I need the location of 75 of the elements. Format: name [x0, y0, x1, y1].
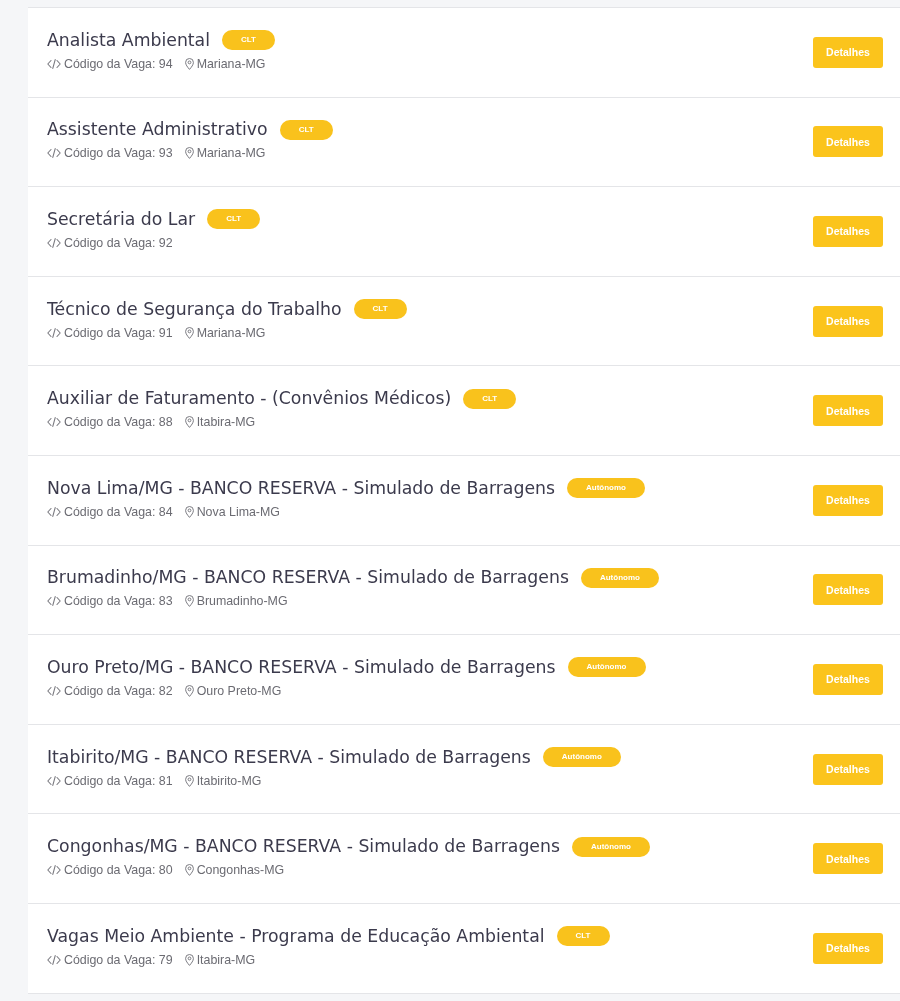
job-location: Nova Lima-MG [196, 504, 280, 519]
details-button[interactable]: Detalhes [813, 484, 883, 516]
job-title: Auxiliar de Faturamento - (Convênios Médicos) [47, 388, 452, 410]
details-button[interactable]: Detalhes [813, 574, 883, 606]
job-code: Código da Vaga: 93 [64, 146, 173, 161]
job-code: Código da Vaga: 81 [64, 773, 173, 788]
job-title: Secretária do Lar [47, 209, 196, 230]
job-code: Código da Vaga: 92 [64, 236, 173, 250]
details-button[interactable]: Detalhes [813, 663, 883, 695]
contract-type-badge: CLT [207, 209, 261, 230]
contract-type-badge: CLT [463, 388, 517, 409]
job-location: Itabira-MG [196, 415, 256, 430]
job-location: Itabira-MG [196, 952, 256, 967]
location-pin-icon [184, 953, 194, 966]
contract-type-badge: CLT [279, 119, 333, 140]
details-button[interactable]: Detalhes [813, 305, 883, 337]
job-code: Código da Vaga: 83 [64, 594, 173, 609]
job-code: Código da Vaga: 79 [64, 952, 173, 967]
job-code: Código da Vaga: 91 [64, 325, 173, 340]
job-title: Vagas Meio Ambiente - Programa de Educação Ambiental [47, 925, 545, 947]
contract-type-badge: Autônomo [567, 657, 646, 678]
contract-type-badge: Autônomo [580, 567, 659, 588]
job-title: Itabirito/MG - BANCO RESERVA - Simulado de Barragens [47, 746, 531, 768]
location-pin-icon [184, 864, 194, 877]
code-icon [47, 327, 61, 338]
job-code: Código da Vaga: 88 [64, 415, 173, 430]
location-pin-icon [184, 595, 194, 608]
job-location: Mariana-MG [196, 146, 266, 161]
contract-type-badge: Autônomo [571, 836, 650, 857]
contract-type-badge: CLT [556, 926, 610, 947]
job-location: Itabirito-MG [196, 773, 262, 788]
job-title: Ouro Preto/MG - BANCO RESERVA - Simulado de Barragens [47, 656, 556, 678]
location-pin-icon [184, 326, 194, 339]
location-pin-icon [184, 505, 194, 518]
details-button[interactable]: Detalhes [813, 36, 883, 68]
job-code: Código da Vaga: 82 [64, 683, 173, 698]
code-icon [47, 954, 61, 965]
details-button[interactable]: Detalhes [813, 216, 883, 247]
job-code: Código da Vaga: 84 [64, 504, 173, 519]
job-title: Analista Ambiental [47, 29, 210, 51]
job-location: Brumadinho-MG [196, 594, 288, 609]
location-pin-icon [184, 416, 194, 429]
job-location: Ouro Preto-MG [196, 683, 282, 698]
contract-type-badge: Autônomo [567, 478, 645, 499]
contract-type-badge: CLT [222, 30, 275, 51]
job-location: Mariana-MG [196, 325, 266, 340]
code-icon [47, 148, 61, 159]
details-button[interactable]: Detalhes [813, 753, 883, 785]
code-icon [47, 58, 61, 69]
code-icon [47, 238, 61, 248]
code-icon [47, 417, 61, 428]
contract-type-badge: Autônomo [542, 747, 621, 768]
location-pin-icon [184, 774, 194, 787]
job-title: Congonhas/MG - BANCO RESERVA - Simulado de Barragens [47, 836, 560, 858]
job-title: Técnico de Segurança do Trabalho [47, 298, 342, 320]
job-location: Congonhas-MG [196, 863, 285, 878]
details-button[interactable]: Detalhes [813, 126, 883, 158]
location-pin-icon [184, 147, 194, 160]
details-button[interactable]: Detalhes [813, 932, 883, 964]
location-pin-icon [184, 57, 194, 70]
job-title: Brumadinho/MG - BANCO RESERVA - Simulado de Barragens [47, 567, 569, 589]
job-location: Mariana-MG [196, 56, 266, 71]
contract-type-badge: CLT [353, 299, 407, 320]
job-title: Nova Lima/MG - BANCO RESERVA - Simulado de Barragens [47, 477, 555, 499]
job-code: Código da Vaga: 80 [64, 863, 173, 878]
code-icon [47, 775, 61, 786]
code-icon [47, 596, 61, 607]
details-button[interactable]: Detalhes [813, 395, 883, 427]
code-icon [47, 865, 61, 876]
details-button[interactable]: Detalhes [813, 843, 883, 875]
location-pin-icon [184, 684, 194, 697]
code-icon [47, 685, 61, 696]
code-icon [47, 506, 61, 517]
job-code: Código da Vaga: 94 [64, 56, 173, 71]
job-title: Assistente Administrativo [47, 119, 268, 141]
